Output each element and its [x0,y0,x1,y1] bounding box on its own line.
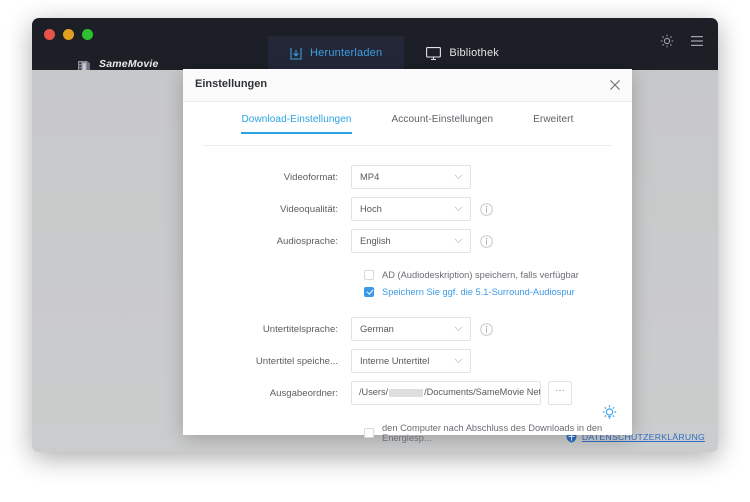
audio-language-select[interactable]: English [351,229,471,253]
settings-dialog: Einstellungen Download-Einstellungen Acc… [183,69,632,443]
checkbox-row-audio-description: AD (Audiodeskription) speichern, falls v… [183,266,632,283]
tab-label: Account-Einstellungen [391,114,494,125]
select-value: English [360,235,391,246]
gear-icon[interactable] [660,34,674,48]
checkbox-row-surround-audio: Speichern Sie ggf. die 5.1-Surround-Audi… [183,283,632,300]
checkbox-label: Speichern Sie ggf. die 5.1-Surround-Audi… [382,286,575,297]
field-label: Audiosprache: [276,235,338,247]
tab-erweitert[interactable]: Erweitert [533,114,573,134]
nav-tab-label: Herunterladen [310,47,383,59]
dialog-header: Einstellungen [183,69,632,102]
app-window: SameMovie Netflix Video Downloader Herun… [32,18,718,452]
select-value: Hoch [360,203,382,214]
checkbox-label: AD (Audiodeskription) speichern, falls v… [382,269,579,280]
video-format-select[interactable]: MP4 [351,165,471,189]
settings-form: Videoformat: MP4 Videoqualität: Hoch Aud… [183,146,632,443]
monitor-icon [426,46,442,60]
field-row-audio-language: Audiosprache: English [183,226,632,256]
audio-description-checkbox[interactable] [364,269,374,280]
chevron-down-icon [454,238,463,244]
browse-folder-button[interactable]: ··· [548,381,572,405]
close-window-button[interactable] [44,29,55,40]
select-value: German [360,323,394,334]
subtitle-language-select[interactable]: German [351,317,471,341]
dialog-title: Einstellungen [195,78,268,90]
traffic-lights [44,29,93,40]
zoom-window-button[interactable] [82,29,93,40]
field-label: Ausgabeordner: [269,387,338,399]
tab-label: Erweitert [533,114,574,125]
tab-label: Download-Einstellungen [241,114,352,125]
window-actions [660,34,704,48]
checkbox-row-sleep-after-download: den Computer nach Abschluss des Download… [183,422,632,443]
info-icon[interactable] [480,322,493,336]
nav-tab-bibliothek[interactable]: Bibliothek [404,36,521,70]
sleep-after-download-checkbox[interactable] [364,427,374,438]
redacted-username [389,388,424,397]
path-prefix: /Users/ [359,387,389,397]
field-row-video-quality: Videoqualität: Hoch [183,194,632,224]
info-icon[interactable] [480,234,493,248]
subtitle-save-as-select[interactable]: Interne Untertitel [351,349,471,373]
minimize-window-button[interactable] [63,29,74,40]
field-row-video-format: Videoformat: MP4 [183,162,632,192]
tab-account-einstellungen[interactable]: Account-Einstellungen [392,114,494,134]
tab-download-einstellungen[interactable]: Download-Einstellungen [241,114,352,134]
path-suffix: /Documents/SameMovie Netflix [424,387,541,397]
chevron-down-icon [454,206,463,212]
nav-tab-herunterladen[interactable]: Herunterladen [268,36,405,70]
output-folder-input[interactable]: /Users/ /Documents/SameMovie Netflix [351,381,541,405]
video-quality-select[interactable]: Hoch [351,197,471,221]
field-label: Untertitel speiche... [255,355,338,367]
nav-tabs: Herunterladen Bibliothek [268,36,521,70]
dialog-tab-strip: Download-Einstellungen Account-Einstellu… [183,114,632,146]
select-value: MP4 [360,171,380,182]
surround-audio-checkbox[interactable] [364,286,374,297]
checkbox-label: den Computer nach Abschluss des Download… [382,422,603,443]
field-row-output-folder: Ausgabeordner: /Users/ /Documents/SameMov… [183,378,632,408]
chevron-down-icon [454,358,463,364]
output-folder-value: /Users/ /Documents/SameMovie Netflix [359,387,541,397]
title-bar: SameMovie Netflix Video Downloader Herun… [32,18,718,78]
select-value: Interne Untertitel [360,355,430,366]
close-icon[interactable] [607,77,623,93]
chevron-down-icon [454,174,463,180]
info-icon[interactable] [480,202,493,216]
field-row-subtitle-save-as: Untertitel speiche... Interne Untertitel [183,346,632,376]
chevron-down-icon [454,326,463,332]
hamburger-icon[interactable] [690,35,704,47]
nav-tab-label: Bibliothek [449,47,500,59]
field-label: Videoqualität: [280,203,338,215]
lightbulb-icon[interactable] [601,404,618,421]
field-label: Untertitelsprache: [262,323,338,335]
download-icon [290,47,302,60]
field-label: Videoformat: [283,171,338,183]
field-row-subtitle-language: Untertitelsprache: German [183,314,632,344]
